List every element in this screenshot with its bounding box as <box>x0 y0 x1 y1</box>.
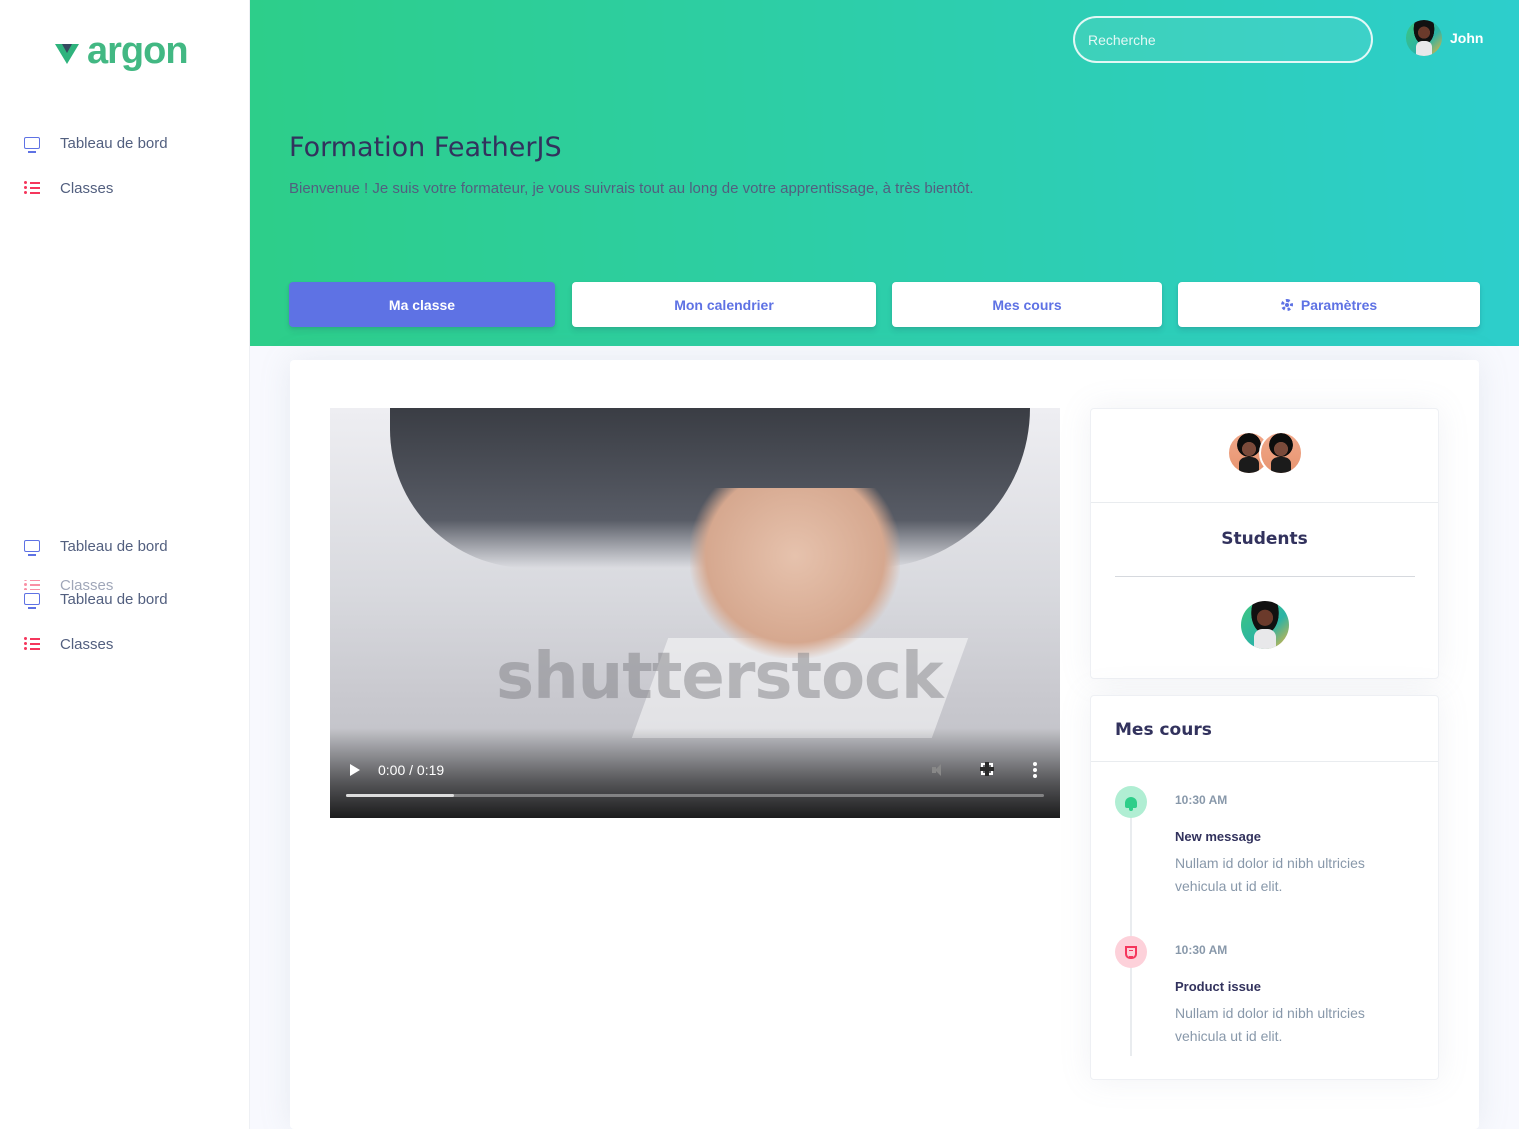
students-card: Students <box>1090 408 1439 679</box>
html5-icon <box>1125 945 1137 959</box>
vue-logo-icon <box>55 43 79 64</box>
avatar[interactable] <box>1259 431 1303 475</box>
video-player[interactable]: shutterstock 0:00 / 0:19 <box>330 408 1060 818</box>
divider <box>1091 761 1438 762</box>
timeline-time: 10:30 AM <box>1175 793 1228 807</box>
sidebar-item-classes[interactable]: Classes <box>24 177 113 199</box>
tab-label: Paramètres <box>1300 296 1378 313</box>
sidebar-item-label: Tableau de bord <box>60 537 168 555</box>
video-time: 0:00 / 0:19 <box>378 762 445 778</box>
tv-icon <box>24 593 40 609</box>
search-input[interactable] <box>1073 16 1373 63</box>
timeline-text: Nullam id dolor id nibh ultricies vehicu… <box>1175 855 1365 894</box>
sidebar-item-label: Classes <box>60 635 114 653</box>
user-name: John <box>1450 30 1484 46</box>
timeline-title: New message <box>1175 829 1261 844</box>
tab-parametres[interactable]: Paramètres <box>1178 282 1480 327</box>
avatar-group <box>1227 431 1303 475</box>
brand-name: argon <box>87 30 189 72</box>
sidebar-item-tableau-de-bord[interactable]: Tableau de bord <box>24 132 168 154</box>
timeline-time: 10:30 AM <box>1175 943 1228 957</box>
avatar[interactable] <box>1241 601 1289 649</box>
video-controls: 0:00 / 0:19 <box>330 728 1060 818</box>
brand-logo[interactable]: argon <box>55 30 189 73</box>
divider <box>1115 576 1415 577</box>
gear-icon <box>1280 298 1293 311</box>
timeline-text: Nullam id dolor id nibh ultricies vehicu… <box>1175 1005 1365 1044</box>
timeline-line <box>1130 796 1132 1056</box>
avatar <box>1406 20 1442 56</box>
video-watermark: shutterstock <box>496 640 944 714</box>
user-menu[interactable]: John <box>1406 20 1483 56</box>
timeline-badge <box>1115 786 1147 818</box>
sidebar-item-label: Classes <box>60 179 114 197</box>
tab-ma-classe[interactable]: Ma classe <box>289 282 555 327</box>
page-title: Formation FeatherJS <box>289 132 562 163</box>
sidebar-item-tableau-de-bord[interactable]: Tableau de bord <box>24 535 168 557</box>
tab-mes-cours[interactable]: Mes cours <box>892 282 1162 327</box>
sidebar-item-tableau-de-bord[interactable]: Tableau de bord <box>24 588 168 610</box>
header: John Formation FeatherJS Bienvenue ! Je … <box>250 0 1519 346</box>
timeline-badge <box>1115 936 1147 968</box>
tab-mon-calendrier[interactable]: Mon calendrier <box>572 282 876 327</box>
list-icon <box>24 636 40 652</box>
tab-label: Ma classe <box>388 296 456 313</box>
sidebar: argon Tableau de bord Classes Tableau de… <box>0 0 250 1129</box>
sidebar-item-label: Tableau de bord <box>60 590 168 608</box>
courses-heading: Mes cours <box>1115 720 1212 740</box>
page-subtitle: Bienvenue ! Je suis votre formateur, je … <box>289 180 974 197</box>
tv-icon <box>24 137 40 153</box>
timeline-title: Product issue <box>1175 979 1261 994</box>
volume-icon[interactable] <box>932 764 946 776</box>
video-buffer-fill <box>346 794 455 797</box>
sidebar-item-label: Tableau de bord <box>60 134 168 152</box>
students-heading: Students <box>1221 529 1308 549</box>
divider <box>1091 502 1438 503</box>
courses-card: Mes cours 10:30 AM New message Nullam id… <box>1090 695 1439 1080</box>
more-options-icon[interactable] <box>1033 762 1037 766</box>
video-frame-hands <box>690 488 900 658</box>
fullscreen-icon[interactable] <box>980 762 994 776</box>
list-icon <box>24 180 40 196</box>
play-icon[interactable] <box>350 764 360 776</box>
sidebar-item-classes[interactable]: Classes <box>24 633 113 655</box>
main-card: shutterstock 0:00 / 0:19 Students Mes co… <box>290 360 1479 1129</box>
tv-icon <box>24 540 40 556</box>
bell-icon <box>1125 796 1137 811</box>
video-progress-bar[interactable] <box>346 794 1044 797</box>
tab-label: Mon calendrier <box>674 296 774 313</box>
tab-label: Mes cours <box>992 296 1062 313</box>
